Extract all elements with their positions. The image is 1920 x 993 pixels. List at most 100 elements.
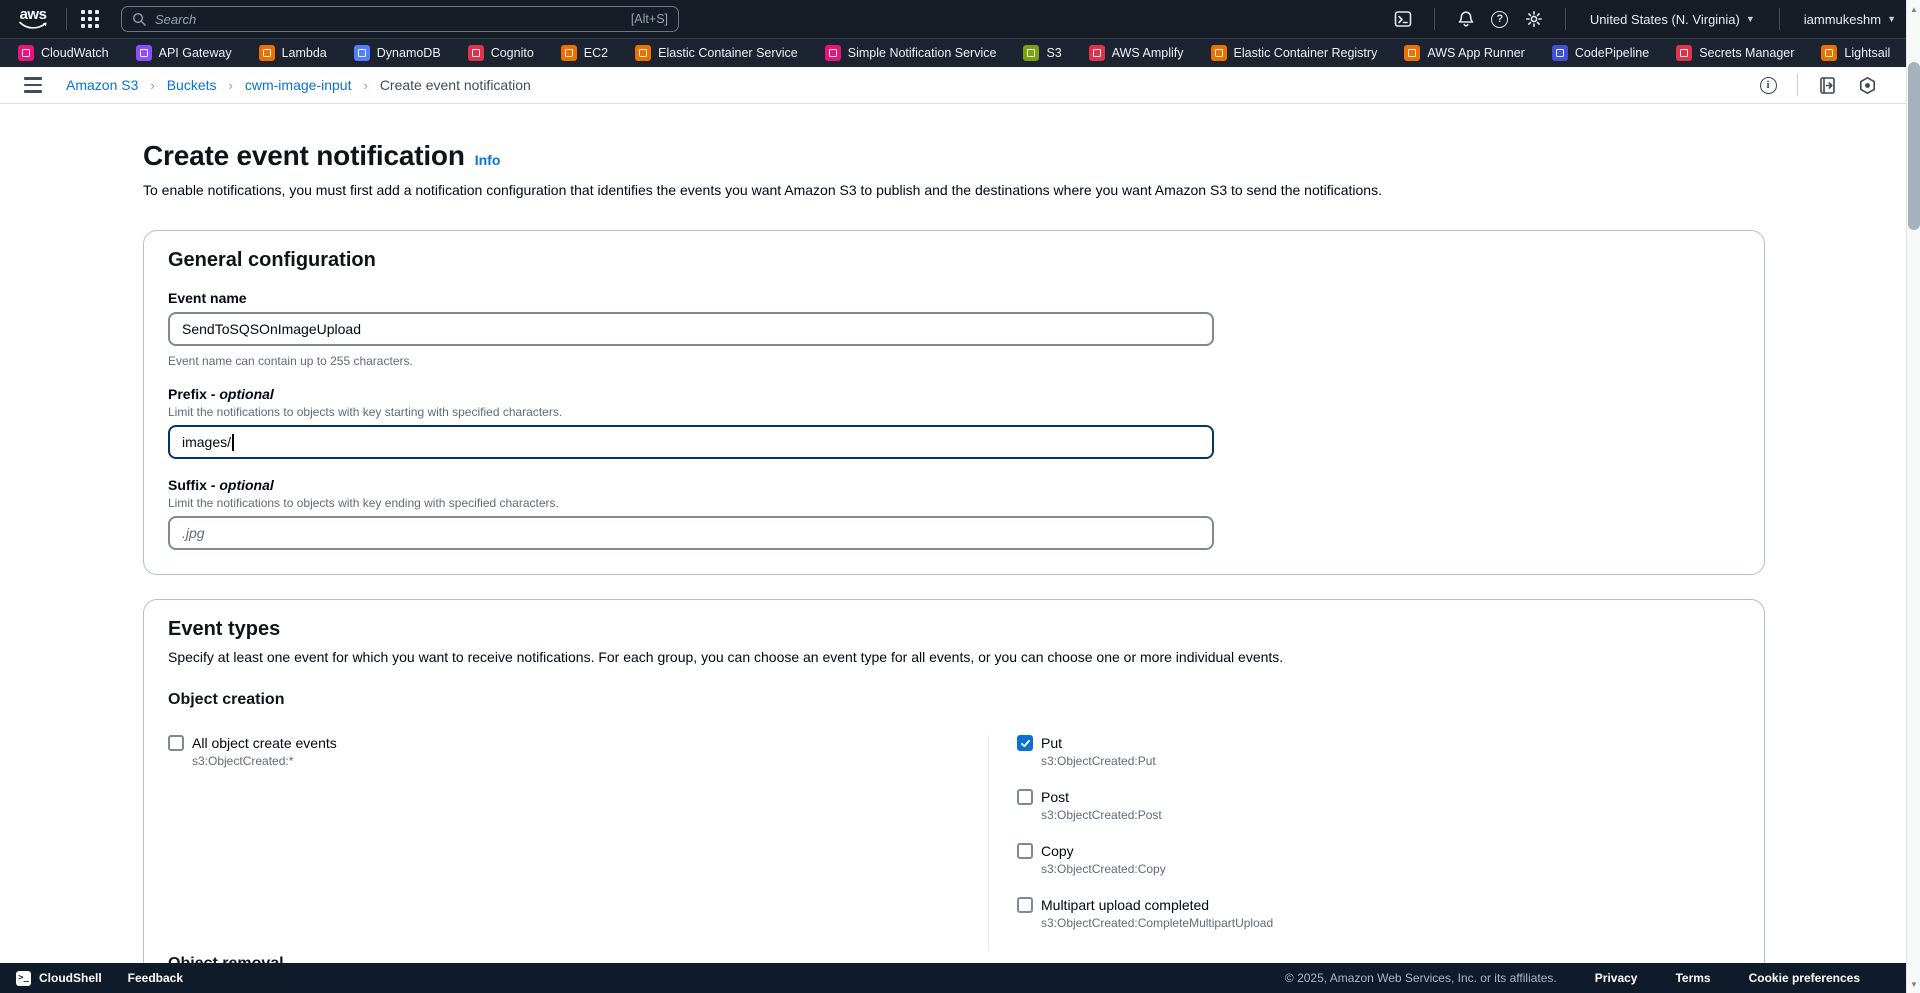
favorite-service-cognito[interactable]: Cognito <box>468 45 534 61</box>
checkbox-post[interactable] <box>1017 789 1033 805</box>
object-creation-right-column: Put s3:ObjectCreated:Put Post s3:ObjectC… <box>988 735 1740 951</box>
event-type-code: s3:ObjectCreated:Copy <box>1041 862 1740 876</box>
service-label: Cognito <box>491 46 534 60</box>
aws-logo[interactable]: aws <box>18 8 48 30</box>
event-type-option: Multipart upload completed s3:ObjectCrea… <box>1017 897 1740 930</box>
favorite-service-s3[interactable]: S3 <box>1023 45 1061 61</box>
scroll-up-arrow[interactable]: ▲ <box>1907 2 1920 16</box>
service-label: CodePipeline <box>1575 46 1649 60</box>
favorite-service-lambda[interactable]: Lambda <box>259 45 327 61</box>
event-name-field: Event name Event name can contain up to … <box>168 290 1740 368</box>
favorite-service-secrets-manager[interactable]: Secrets Manager <box>1676 45 1794 61</box>
notifications-bell-icon[interactable] <box>1449 4 1483 34</box>
settings-gear-icon[interactable] <box>1517 4 1551 34</box>
service-icon <box>1676 45 1692 61</box>
service-label: Elastic Container Registry <box>1234 46 1378 60</box>
service-label: CloudWatch <box>41 46 109 60</box>
favorite-service-simple-notification-service[interactable]: Simple Notification Service <box>825 45 997 61</box>
footer-link-cookie-preferences[interactable]: Cookie preferences <box>1749 971 1860 985</box>
favorite-service-codepipeline[interactable]: CodePipeline <box>1552 45 1649 61</box>
chevron-down-icon: ▼ <box>1746 14 1755 24</box>
checkbox-multipart-upload-completed[interactable] <box>1017 897 1033 913</box>
footer-link-privacy[interactable]: Privacy <box>1595 971 1638 985</box>
search-input[interactable] <box>155 12 623 27</box>
journal-panel-icon[interactable] <box>1816 74 1838 96</box>
resources-hexagon-icon[interactable] <box>1856 74 1878 96</box>
cloudshell-terminal-icon: >_ <box>16 971 31 986</box>
help-icon[interactable]: ? <box>1483 4 1517 34</box>
suffix-label: Suffix - optional <box>168 477 1740 493</box>
event-type-label[interactable]: Put <box>1041 735 1062 751</box>
service-label: Lightsail <box>1844 46 1890 60</box>
event-type-label[interactable]: Copy <box>1041 843 1074 859</box>
account-menu[interactable]: iammukeshm ▼ <box>1794 12 1906 27</box>
event-type-code: s3:ObjectCreated:CompleteMultipartUpload <box>1041 916 1740 930</box>
cloudshell-label: CloudShell <box>39 971 102 985</box>
prefix-input[interactable]: images/ <box>168 425 1214 459</box>
vertical-scrollbar[interactable]: ▲ ▼ <box>1906 0 1920 993</box>
event-name-label: Event name <box>168 290 1740 306</box>
favorite-service-cloudwatch[interactable]: CloudWatch <box>18 45 109 61</box>
event-types-card: Event types Specify at least one event f… <box>143 599 1765 993</box>
feedback-link[interactable]: Feedback <box>128 971 183 985</box>
cloudshell-button[interactable]: >_ CloudShell <box>16 971 102 986</box>
main-content: Create event notification Info To enable… <box>0 104 1920 993</box>
scrollbar-thumb[interactable] <box>1908 62 1920 230</box>
favorite-service-dynamodb[interactable]: DynamoDB <box>354 45 441 61</box>
service-label: AWS Amplify <box>1112 46 1184 60</box>
checkbox-put[interactable] <box>1017 735 1033 751</box>
favorite-service-lightsail[interactable]: Lightsail <box>1821 45 1890 61</box>
top-navigation-bar: aws [Alt+S] ? <box>0 0 1920 38</box>
breadcrumb-item-cwm-image-input[interactable]: cwm-image-input <box>245 77 352 93</box>
prefix-label: Prefix - optional <box>168 386 1740 402</box>
service-icon <box>468 45 484 61</box>
region-label: United States (N. Virginia) <box>1590 12 1740 27</box>
service-icon <box>561 45 577 61</box>
aws-smile-icon <box>18 21 48 30</box>
suffix-field: Suffix - optional Limit the notification… <box>168 477 1740 550</box>
region-selector[interactable]: United States (N. Virginia) ▼ <box>1580 12 1765 27</box>
info-link[interactable]: Info <box>475 152 501 168</box>
breadcrumb-separator-icon: › <box>363 78 367 93</box>
event-name-input[interactable] <box>168 312 1214 346</box>
console-search[interactable]: [Alt+S] <box>121 6 679 32</box>
divider <box>1565 8 1566 30</box>
search-shortcut-hint: [Alt+S] <box>631 12 668 26</box>
info-panel-icon[interactable]: i <box>1757 74 1779 96</box>
favorite-service-elastic-container-service[interactable]: Elastic Container Service <box>635 45 798 61</box>
event-type-code: s3:ObjectCreated:Put <box>1041 754 1740 768</box>
event-name-help: Event name can contain up to 255 charact… <box>168 354 1740 368</box>
favorite-service-ec2[interactable]: EC2 <box>561 45 608 61</box>
footer-link-terms[interactable]: Terms <box>1675 971 1710 985</box>
breadcrumb-separator-icon: › <box>150 78 154 93</box>
general-configuration-card: General configuration Event name Event n… <box>143 230 1765 575</box>
text-cursor <box>232 434 234 451</box>
service-label: API Gateway <box>159 46 232 60</box>
event-type-label[interactable]: Post <box>1041 789 1069 805</box>
service-label: Secrets Manager <box>1699 46 1794 60</box>
event-type-label[interactable]: All object create events <box>192 735 337 751</box>
breadcrumb-item-amazon-s3[interactable]: Amazon S3 <box>66 77 138 93</box>
event-type-code: s3:ObjectCreated:* <box>192 754 988 768</box>
suffix-input[interactable] <box>168 516 1214 550</box>
event-types-description: Specify at least one event for which you… <box>168 649 1740 665</box>
side-menu-hamburger-icon[interactable] <box>24 77 42 92</box>
checkbox-all-object-create-events[interactable] <box>168 735 184 751</box>
event-type-label[interactable]: Multipart upload completed <box>1041 897 1209 913</box>
checkbox-copy[interactable] <box>1017 843 1033 859</box>
general-configuration-heading: General configuration <box>168 249 1740 272</box>
favorite-service-aws-app-runner[interactable]: AWS App Runner <box>1404 45 1525 61</box>
scroll-down-arrow[interactable]: ▼ <box>1907 977 1920 991</box>
services-grid-icon[interactable] <box>81 10 99 28</box>
console-footer: >_ CloudShell Feedback © 2025, Amazon We… <box>0 963 1920 993</box>
chevron-down-icon: ▼ <box>1887 14 1896 24</box>
prefix-help: Limit the notifications to objects with … <box>168 405 1740 419</box>
service-label: EC2 <box>584 46 608 60</box>
cloudshell-icon[interactable] <box>1386 4 1420 34</box>
favorite-service-api-gateway[interactable]: API Gateway <box>136 45 232 61</box>
favorite-service-aws-amplify[interactable]: AWS Amplify <box>1089 45 1184 61</box>
breadcrumb-right-icons: i <box>1757 74 1896 96</box>
breadcrumb-item-buckets[interactable]: Buckets <box>167 77 217 93</box>
favorite-service-elastic-container-registry[interactable]: Elastic Container Registry <box>1211 45 1378 61</box>
service-label: Simple Notification Service <box>848 46 997 60</box>
